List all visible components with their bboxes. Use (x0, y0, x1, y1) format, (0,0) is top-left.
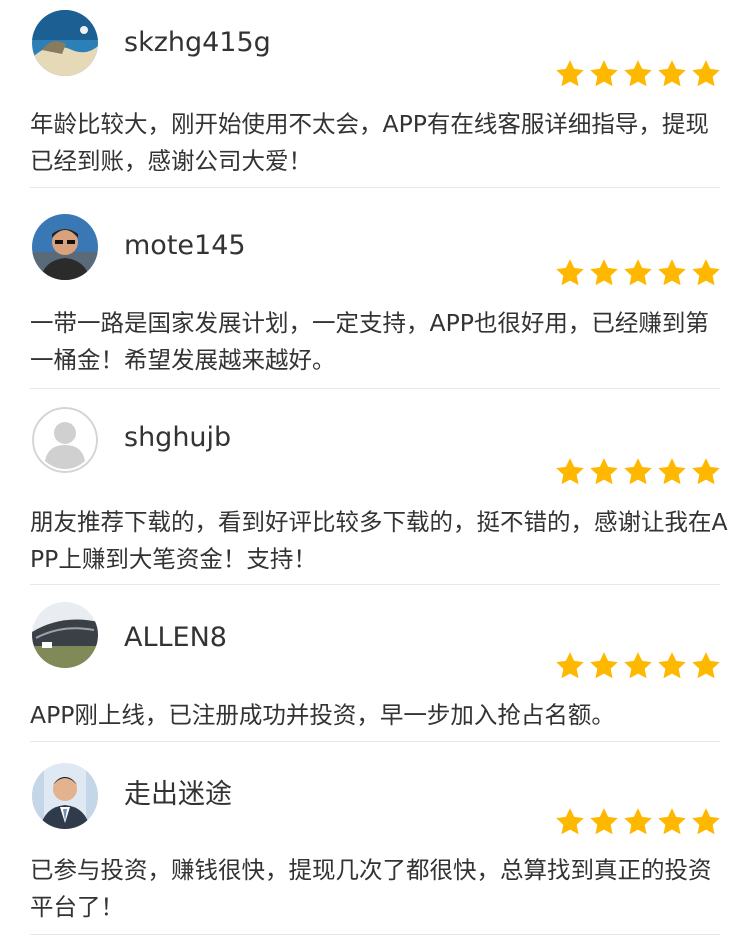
star-icon (588, 58, 620, 90)
star-icon (656, 257, 688, 289)
divider (30, 187, 720, 188)
username: skzhg415g (124, 27, 271, 58)
review-list: skzhg415g 年龄比较大，刚开始使用不太会，APP有在线客服详细指导，提现… (0, 0, 750, 945)
star-rating (554, 806, 722, 838)
review-comment: 年龄比较大，刚开始使用不太会，APP有在线客服详细指导，提现已经到账，感谢公司大… (30, 110, 709, 175)
review-comment: APP刚上线，已注册成功并投资，早一步加入抢占名额。 (30, 701, 615, 729)
star-icon (690, 257, 722, 289)
businessman-avatar-icon[interactable] (32, 763, 98, 829)
review-comment: 已参与投资，赚钱很快，提现几次了都很快，总算找到真正的投资平台了！ (30, 856, 712, 921)
star-icon (622, 650, 654, 682)
username: shghujb (124, 422, 232, 453)
username: 走出迷途 (124, 779, 232, 810)
star-icon (656, 806, 688, 838)
star-icon (588, 806, 620, 838)
star-icon (622, 456, 654, 488)
review-comment: 一带一路是国家发展计划，一定支持，APP也很好用，已经赚到第一桶金！希望发展越来… (30, 309, 709, 374)
star-icon (554, 257, 586, 289)
star-icon (554, 806, 586, 838)
star-icon (656, 456, 688, 488)
star-rating (554, 456, 722, 488)
star-icon (622, 806, 654, 838)
star-rating (554, 58, 722, 90)
username: mote145 (124, 230, 246, 261)
star-icon (554, 456, 586, 488)
star-icon (690, 650, 722, 682)
star-icon (588, 650, 620, 682)
review-comment: 朋友推荐下载的，看到好评比较多下载的，挺不错的，感谢让我在APP上赚到大笔资金！… (30, 508, 728, 573)
star-icon (690, 456, 722, 488)
divider (30, 741, 720, 742)
star-rating (554, 257, 722, 289)
star-icon (554, 650, 586, 682)
username: ALLEN8 (124, 622, 227, 653)
default-user-avatar-icon[interactable] (32, 407, 98, 473)
star-icon (690, 58, 722, 90)
star-icon (690, 806, 722, 838)
star-icon (656, 58, 688, 90)
star-icon (588, 456, 620, 488)
star-icon (656, 650, 688, 682)
man-sunglasses-avatar-icon[interactable] (32, 214, 98, 280)
star-icon (622, 257, 654, 289)
building-avatar-icon[interactable] (32, 602, 98, 668)
divider (30, 388, 720, 389)
landscape-avatar-icon[interactable] (32, 10, 98, 76)
star-rating (554, 650, 722, 682)
star-icon (554, 58, 586, 90)
star-icon (588, 257, 620, 289)
star-icon (622, 58, 654, 90)
divider (30, 934, 720, 935)
divider (30, 584, 720, 585)
